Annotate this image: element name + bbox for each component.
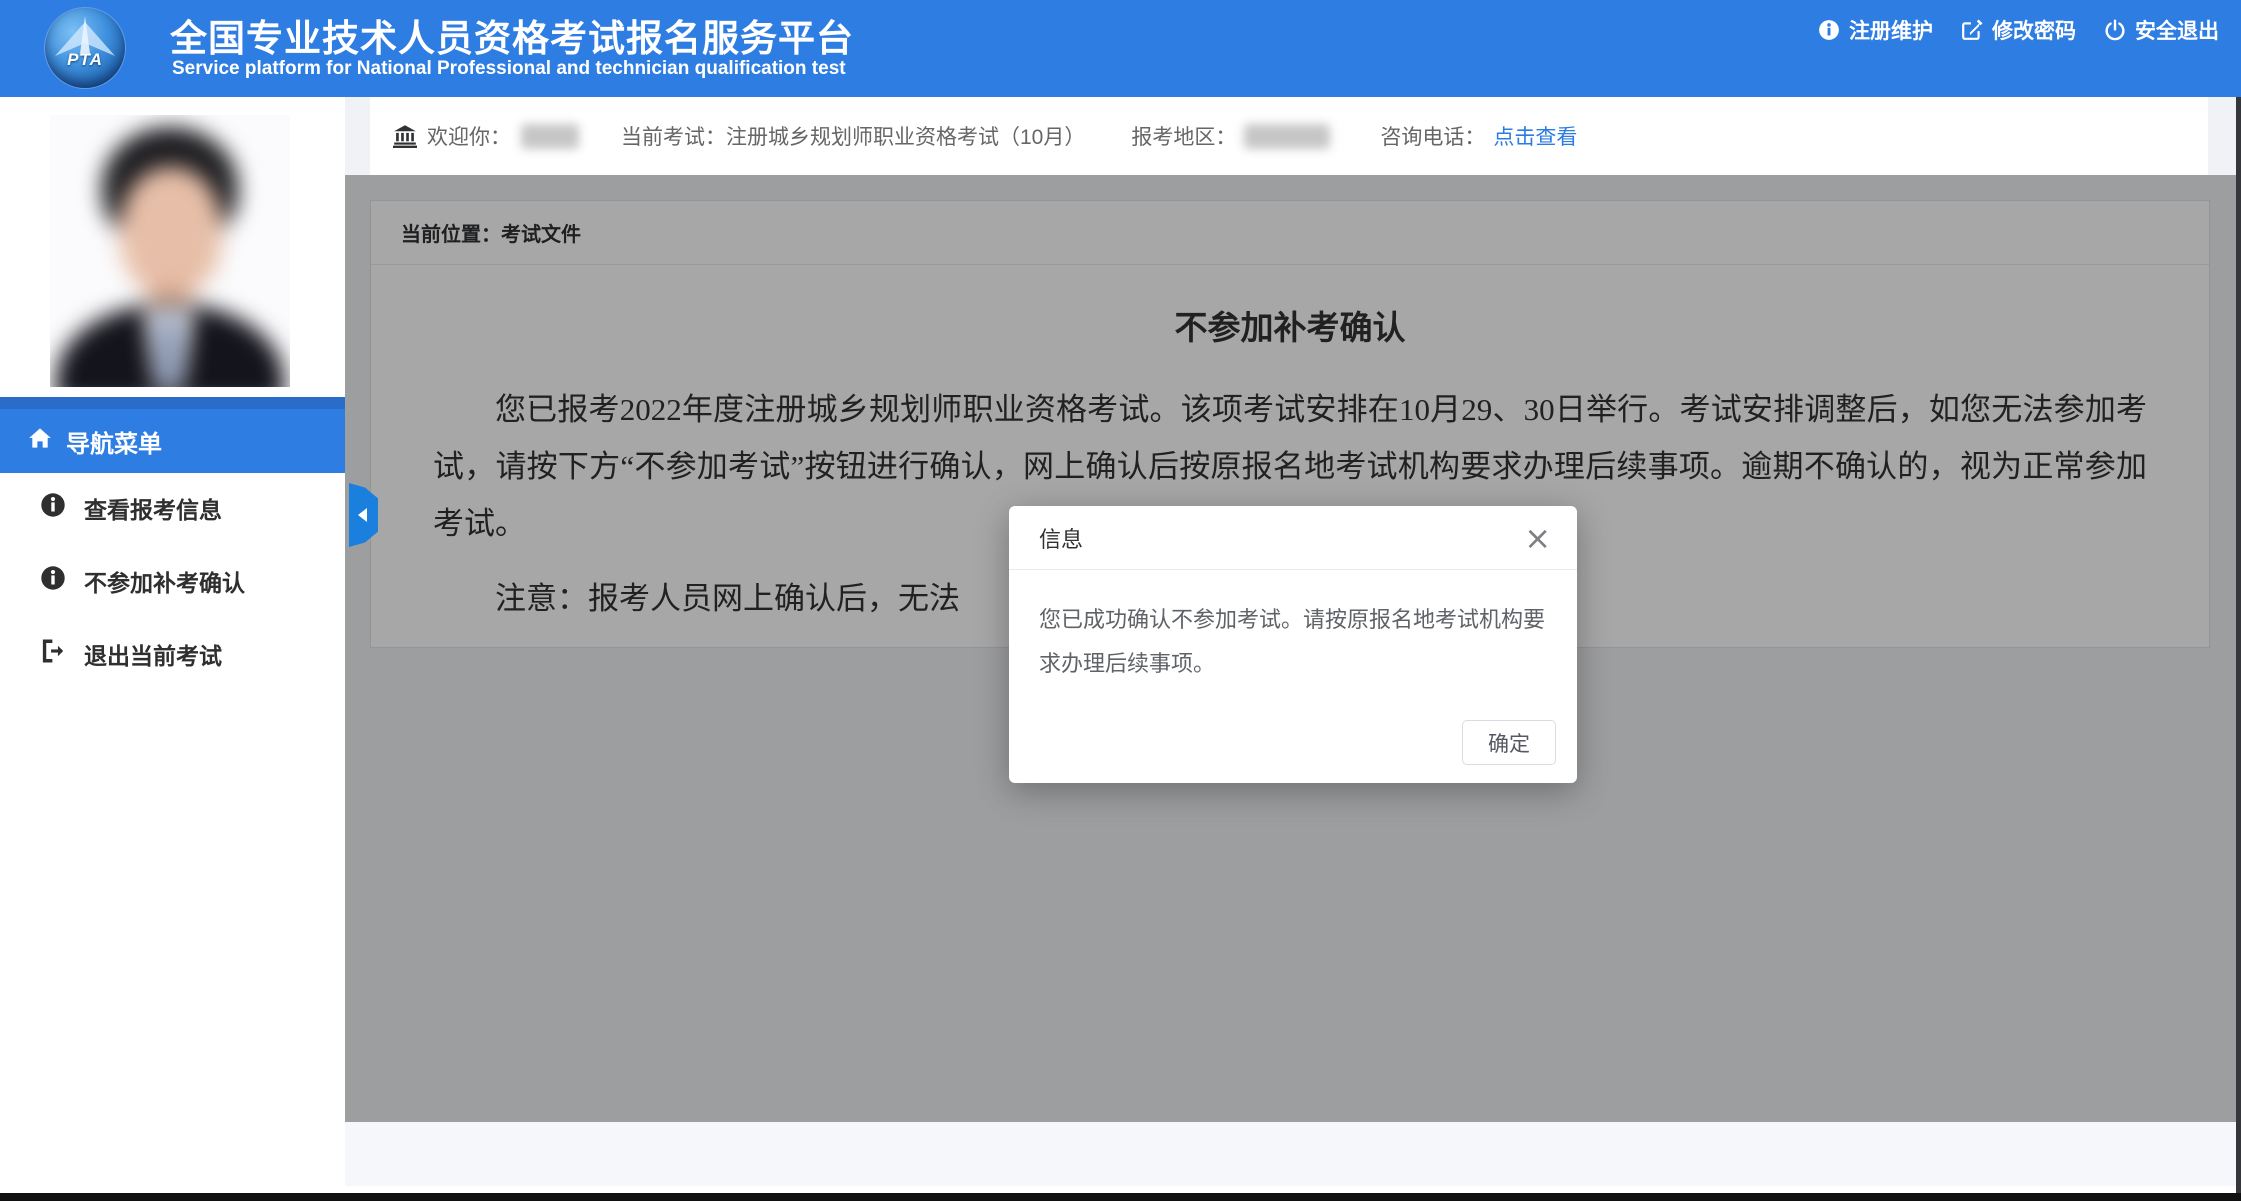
close-icon[interactable]: × [1524,522,1551,554]
dialog-header: 信息 × [1009,506,1577,570]
exam-region-label: 报考地区： [1131,121,1236,151]
current-exam-label: 当前考试： [621,121,726,151]
nav-menu-header: 导航菜单 [0,409,345,473]
sidebar-item-no-makeup-exam-confirm[interactable]: 不参加补考确认 [0,556,345,606]
info-circle-icon [40,565,66,597]
info-circle-icon [40,492,66,524]
info-dialog: 信息 × 您已成功确认不参加考试。请按原报名地考试机构要求办理后续事项。 确定 [1009,506,1577,783]
dialog-message: 您已成功确认不参加考试。请按原报名地考试机构要求办理后续事项。 [1009,570,1577,686]
nav-menu-title: 导航菜单 [66,424,162,459]
exam-region-redacted [1244,124,1330,149]
consult-phone-label: 咨询电话： [1380,121,1485,151]
view-phone-link[interactable]: 点击查看 [1493,121,1577,151]
sidebar-item-label: 查看报考信息 [84,491,222,525]
app-subtitle: Service platform for National Profession… [172,58,846,80]
change-password-link[interactable]: 修改密码 [1961,15,2076,45]
change-password-label: 修改密码 [1992,15,2076,45]
safe-logout-label: 安全退出 [2135,15,2219,45]
sidebar-item-label: 退出当前考试 [84,637,222,671]
app-title: 全国专业技术人员资格考试报名服务平台 [170,8,854,62]
register-maintenance-label: 注册维护 [1849,15,1933,45]
sidebar-item-view-registration[interactable]: 查看报考信息 [0,483,345,533]
sidebar: 导航菜单 查看报考信息 不参加补考确认 退出当前考试 [0,97,345,1193]
page-footer [345,1122,2241,1193]
window-right-edge [2236,97,2241,1201]
safe-logout-link[interactable]: 安全退出 [2104,15,2219,45]
pta-logo: PTA [45,8,125,88]
welcome-bar: 欢迎你： 当前考试： 注册城乡规划师职业资格考试（10月） 报考地区： 咨询电话… [370,97,2208,175]
sidebar-item-exit-current-exam[interactable]: 退出当前考试 [0,629,345,679]
header-links: 注册维护 修改密码 安全退出 [1818,0,2219,60]
power-icon [2104,19,2126,41]
welcome-label: 欢迎你： [427,121,511,151]
edit-icon [1961,19,1983,41]
nav-top-strip [0,397,345,409]
institution-icon [393,124,417,148]
info-circle-icon [1818,19,1840,41]
dialog-title: 信息 [1039,522,1083,554]
confirm-button[interactable]: 确定 [1462,720,1556,765]
sidebar-menu: 查看报考信息 不参加补考确认 退出当前考试 [0,483,345,702]
applicant-name-redacted [521,124,579,149]
logo-text: PTA [45,50,125,70]
app-header: PTA 全国专业技术人员资格考试报名服务平台 Service platform … [0,0,2241,97]
chevron-left-icon [358,508,367,522]
current-exam-value: 注册城乡规划师职业资格考试（10月） [726,121,1085,151]
applicant-photo [50,115,290,387]
register-maintenance-link[interactable]: 注册维护 [1818,15,1933,45]
home-icon [28,426,52,457]
sidebar-item-label: 不参加补考确认 [84,564,245,598]
dialog-footer: 确定 [1462,720,1556,765]
window-bottom-edge [0,1193,2241,1201]
logout-icon [40,638,66,670]
